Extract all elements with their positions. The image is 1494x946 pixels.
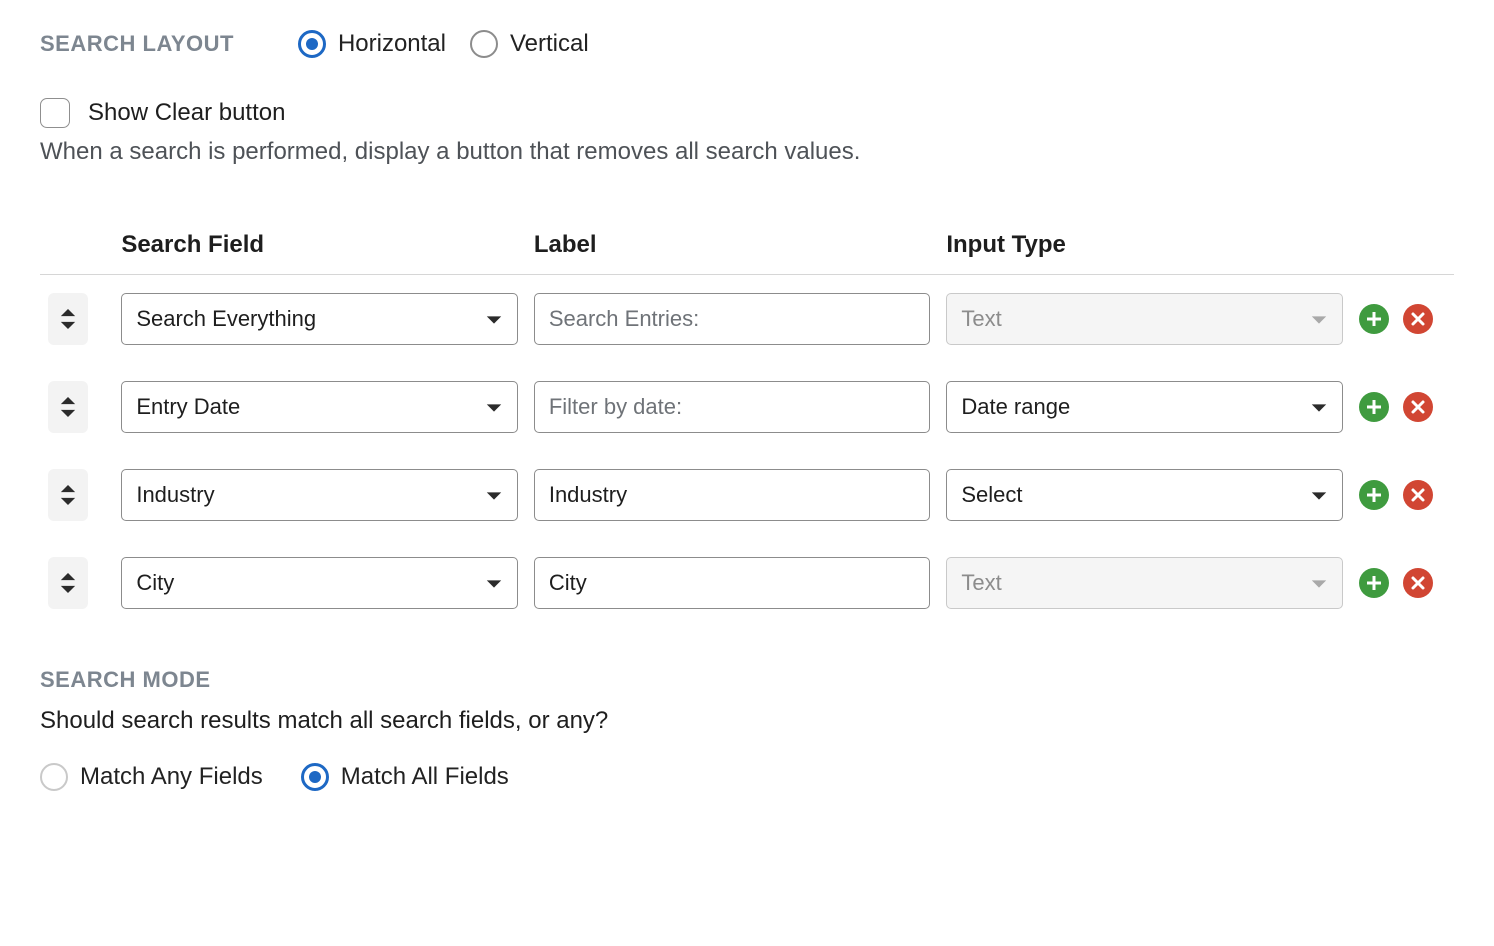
- mode-option-label: Match All Fields: [341, 763, 509, 791]
- col-header-field: Search Field: [113, 221, 526, 275]
- drag-handle[interactable]: [48, 469, 88, 521]
- chevron-down-icon: [485, 394, 503, 420]
- layout-option-label: Horizontal: [338, 30, 446, 58]
- input-type-select: Text: [946, 557, 1343, 609]
- select-value: Date range: [961, 394, 1070, 420]
- drag-handle[interactable]: [48, 381, 88, 433]
- select-value: City: [136, 570, 174, 596]
- chevron-down-icon: [1310, 306, 1328, 332]
- show-clear-checkbox[interactable]: [40, 98, 70, 128]
- radio-icon: [298, 30, 326, 58]
- label-input[interactable]: Search Entries:: [534, 293, 931, 345]
- radio-icon: [470, 30, 498, 58]
- close-icon: [1410, 575, 1426, 591]
- table-row: Industry Industry Select: [40, 451, 1454, 539]
- drag-handle[interactable]: [48, 557, 88, 609]
- chevron-down-icon: [1310, 482, 1328, 508]
- input-type-select[interactable]: Select: [946, 469, 1343, 521]
- chevron-down-icon: [485, 482, 503, 508]
- label-input[interactable]: City: [534, 557, 931, 609]
- add-row-button[interactable]: [1359, 392, 1389, 422]
- radio-icon: [40, 763, 68, 791]
- mode-option-label: Match Any Fields: [80, 763, 263, 791]
- search-field-select[interactable]: Search Everything: [121, 293, 518, 345]
- add-row-button[interactable]: [1359, 480, 1389, 510]
- plus-icon: [1366, 399, 1382, 415]
- chevron-down-icon: [485, 306, 503, 332]
- search-field-select[interactable]: Entry Date: [121, 381, 518, 433]
- plus-icon: [1366, 575, 1382, 591]
- mode-option-any[interactable]: Match Any Fields: [40, 763, 263, 791]
- remove-row-button[interactable]: [1403, 480, 1433, 510]
- search-mode-block: SEARCH MODE Should search results match …: [40, 667, 1454, 791]
- layout-option-label: Vertical: [510, 30, 589, 58]
- table-row: Search Everything Search Entries: Text: [40, 275, 1454, 364]
- chevron-down-icon: [1310, 570, 1328, 596]
- show-clear-help: When a search is performed, display a bu…: [40, 138, 1454, 166]
- select-value: Select: [961, 482, 1022, 508]
- search-field-select[interactable]: City: [121, 557, 518, 609]
- col-header-type: Input Type: [938, 221, 1351, 275]
- remove-row-button[interactable]: [1403, 304, 1433, 334]
- add-row-button[interactable]: [1359, 304, 1389, 334]
- search-field-select[interactable]: Industry: [121, 469, 518, 521]
- select-value: Industry: [136, 482, 214, 508]
- show-clear-label: Show Clear button: [88, 99, 285, 127]
- remove-row-button[interactable]: [1403, 392, 1433, 422]
- search-fields-table: Search Field Label Input Type Search Eve…: [40, 221, 1454, 627]
- show-clear-row: Show Clear button: [40, 98, 1454, 128]
- chevron-down-icon: [1310, 394, 1328, 420]
- close-icon: [1410, 399, 1426, 415]
- search-mode-heading: SEARCH MODE: [40, 667, 1454, 693]
- select-value: Search Everything: [136, 306, 316, 332]
- input-type-select[interactable]: Date range: [946, 381, 1343, 433]
- label-input[interactable]: Filter by date:: [534, 381, 931, 433]
- layout-option-horizontal[interactable]: Horizontal: [298, 30, 446, 58]
- input-type-select: Text: [946, 293, 1343, 345]
- close-icon: [1410, 311, 1426, 327]
- drag-handle[interactable]: [48, 293, 88, 345]
- mode-option-all[interactable]: Match All Fields: [301, 763, 509, 791]
- select-value: Entry Date: [136, 394, 240, 420]
- select-value: Text: [961, 306, 1001, 332]
- plus-icon: [1366, 487, 1382, 503]
- search-layout-heading: SEARCH LAYOUT: [40, 31, 234, 57]
- layout-option-vertical[interactable]: Vertical: [470, 30, 589, 58]
- col-header-label: Label: [526, 221, 939, 275]
- add-row-button[interactable]: [1359, 568, 1389, 598]
- label-input[interactable]: Industry: [534, 469, 931, 521]
- plus-icon: [1366, 311, 1382, 327]
- radio-icon: [301, 763, 329, 791]
- table-row: City City Text: [40, 539, 1454, 627]
- chevron-down-icon: [485, 570, 503, 596]
- search-mode-help: Should search results match all search f…: [40, 707, 1454, 735]
- remove-row-button[interactable]: [1403, 568, 1433, 598]
- close-icon: [1410, 487, 1426, 503]
- select-value: Text: [961, 570, 1001, 596]
- search-layout-row: SEARCH LAYOUT Horizontal Vertical: [40, 30, 1454, 58]
- table-row: Entry Date Filter by date: Date range: [40, 363, 1454, 451]
